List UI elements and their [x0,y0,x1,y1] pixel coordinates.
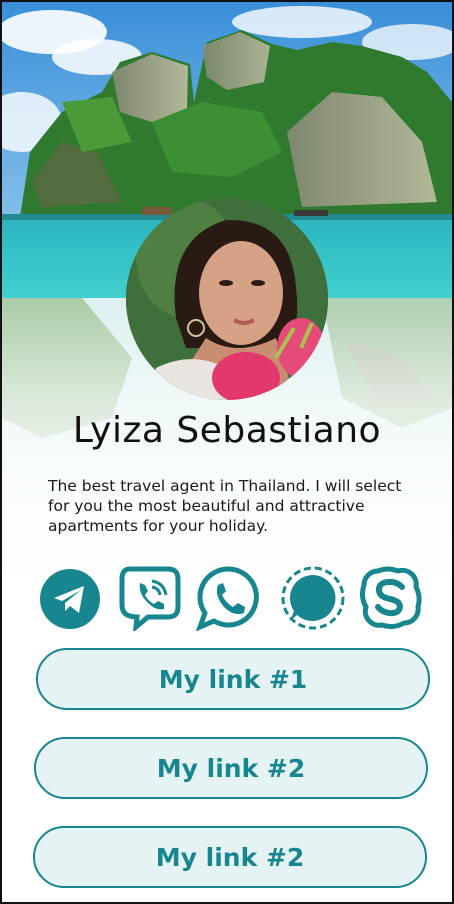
link-button-label: My link #1 [158,664,308,694]
link-button-label: My link #2 [155,842,305,872]
viber-icon[interactable] [118,565,184,633]
whatsapp-icon[interactable] [195,565,262,632]
profile-card: Lyiza Sebastiano The best travel agent i… [0,0,454,904]
skype-icon[interactable] [358,565,424,631]
profile-name: Lyiza Sebastiano [72,410,382,451]
telegram-icon[interactable] [38,565,104,631]
avatar [126,198,328,400]
link-button-label: My link #2 [156,753,306,783]
signal-icon[interactable] [280,565,346,631]
avatar-photo [126,198,328,400]
link-button-3[interactable]: My link #2 [33,826,427,888]
link-button-2[interactable]: My link #2 [34,737,428,799]
profile-bio: The best travel agent in Thailand. I wil… [48,477,402,535]
link-button-1[interactable]: My link #1 [36,648,430,710]
social-icons-row [36,565,426,633]
